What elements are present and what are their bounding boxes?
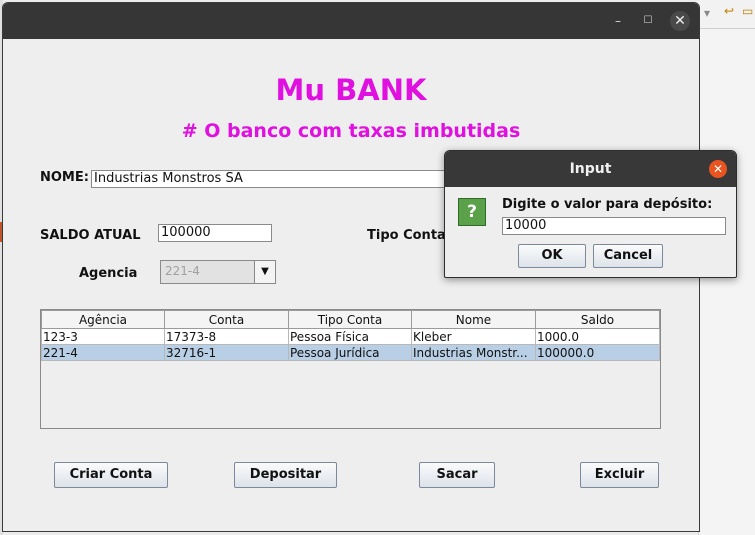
dialog-titlebar[interactable]: Input ✕: [445, 151, 736, 187]
accounts-table[interactable]: Agência Conta Tipo Conta Nome Saldo 123-…: [40, 309, 661, 429]
saldo-label: SALDO ATUAL: [40, 228, 141, 243]
excluir-button[interactable]: Excluir: [580, 462, 659, 488]
column-header[interactable]: Conta: [164, 310, 289, 329]
background-toolbar: ▾ ↩ ▭: [698, 0, 755, 29]
criar-conta-button[interactable]: Criar Conta: [54, 462, 168, 488]
nome-label: NOME:: [40, 170, 89, 185]
agencia-combobox[interactable]: 221-4 ▼: [160, 260, 276, 284]
tipo-conta-label: Tipo Conta: [367, 228, 446, 243]
column-header[interactable]: Saldo: [535, 310, 660, 329]
table-cell: Pessoa Jurídica: [288, 344, 412, 361]
table-cell: 221-4: [41, 344, 165, 361]
cancel-button[interactable]: Cancel: [593, 244, 663, 268]
table-cell: 1000.0: [535, 328, 660, 345]
chevron-down-icon[interactable]: ▼: [254, 261, 275, 283]
table-cell: Industrias Monstr...: [411, 344, 536, 361]
table-row-selected[interactable]: 221-4 32716-1 Pessoa Jurídica Industrias…: [41, 344, 660, 361]
column-header[interactable]: Tipo Conta: [288, 310, 412, 329]
deposit-amount-input[interactable]: 10000: [502, 217, 726, 235]
agencia-value: 221-4: [165, 264, 200, 278]
table-cell: 17373-8: [164, 328, 289, 345]
app-subtitle: # O banco com taxas imbutidas: [181, 120, 521, 142]
table-row[interactable]: 123-3 17373-8 Pessoa Física Kleber 1000.…: [41, 328, 660, 345]
back-icon[interactable]: ↩: [724, 4, 734, 18]
dialog-title: Input: [569, 161, 612, 177]
table-cell: 123-3: [41, 328, 165, 345]
column-header[interactable]: Agência: [41, 310, 165, 329]
dialog-close-icon[interactable]: ✕: [709, 160, 727, 178]
agencia-label: Agencia: [79, 266, 138, 281]
sacar-button[interactable]: Sacar: [419, 462, 495, 488]
input-dialog: Input ✕ ? Digite o valor para depósito: …: [444, 150, 737, 278]
table-cell: 32716-1: [164, 344, 289, 361]
dialog-message: Digite o valor para depósito:: [502, 197, 713, 212]
minimize-icon[interactable]: –: [608, 11, 628, 31]
depositar-button[interactable]: Depositar: [234, 462, 337, 488]
table-cell: Pessoa Física: [288, 328, 412, 345]
table-cell: Kleber: [411, 328, 536, 345]
column-header[interactable]: Nome: [411, 310, 536, 329]
maximize-icon[interactable]: ☐: [638, 11, 658, 31]
question-icon: ?: [458, 198, 486, 226]
saldo-field[interactable]: 100000: [158, 224, 272, 242]
table-cell: 100000.0: [535, 344, 660, 361]
folder-icon[interactable]: ▭: [742, 4, 753, 18]
dropdown-arrow-icon[interactable]: ▾: [704, 6, 710, 20]
ok-button[interactable]: OK: [518, 244, 586, 268]
app-title: Mu BANK: [275, 73, 427, 107]
close-icon[interactable]: ✕: [670, 11, 690, 31]
table-header: Agência Conta Tipo Conta Nome Saldo: [41, 310, 660, 329]
window-titlebar[interactable]: – ☐ ✕: [3, 3, 699, 39]
